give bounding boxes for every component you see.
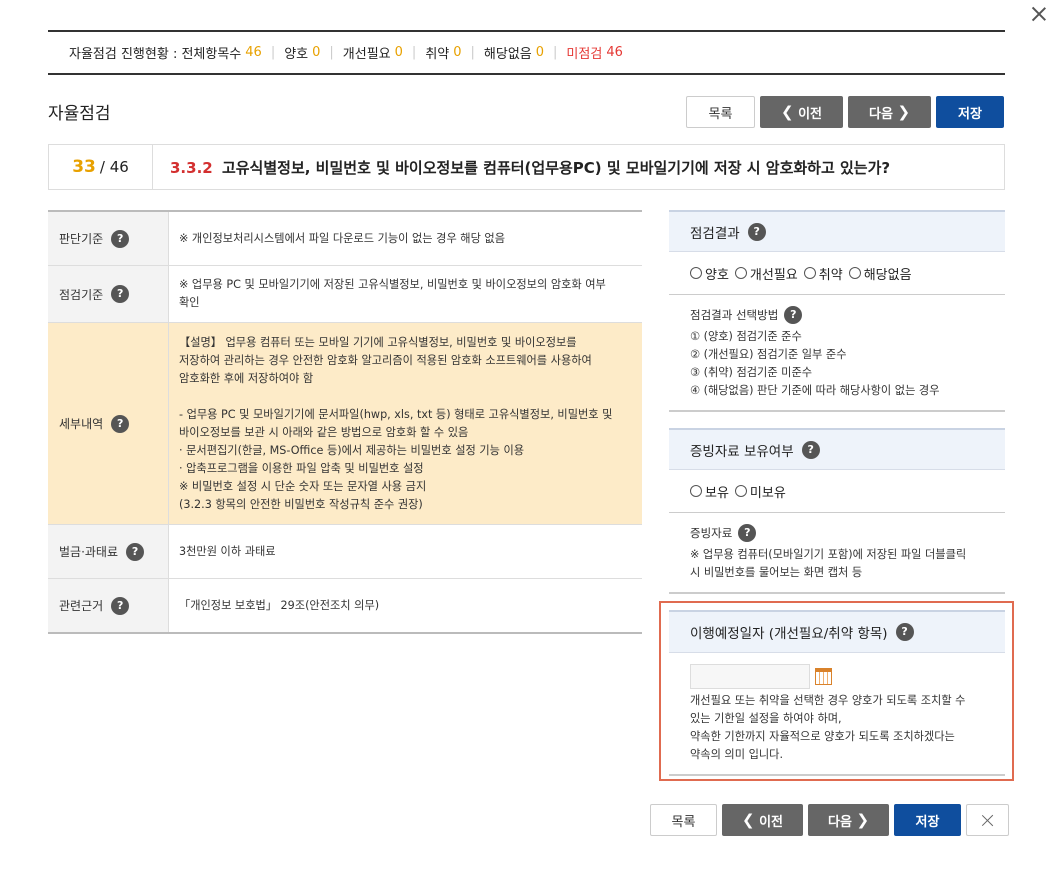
question-box: 33 / 46 3.3.2 고유식별정보, 비밀번호 및 바이오정보를 컴퓨터(…	[48, 144, 1005, 190]
criteria-header: 점검기준 ?	[48, 266, 169, 322]
evidence-info: 증빙자료 ? ※ 업무용 컴퓨터(모바일기기 포함)에 저장된 파일 더블클릭 …	[669, 513, 1005, 594]
result-method-info: 점검결과 선택방법 ? ① (양호) 점검기준 준수 ② (개선필요) 점검기준…	[669, 295, 1005, 412]
bottom-button-row: 목록 ❮ 이전 다음 ❯ 저장	[650, 804, 1009, 836]
status-unchecked-value: 46	[606, 45, 623, 60]
help-icon[interactable]: ?	[784, 306, 803, 324]
criteria-header: 세부내역 ?	[48, 323, 169, 524]
criteria-content: 【설명】 업무용 컴퓨터 또는 모바일 기기에 고유식별정보, 비밀번호 및 바…	[169, 323, 642, 524]
schedule-panel: 이행예정일자 (개선필요/취약 항목) ? 개선필요 또는 취약을 선택한 경우…	[669, 610, 1005, 776]
criteria-row-law: 관련근거 ? 「개인정보 보호법」 29조(안전조치 의무)	[48, 579, 642, 632]
help-icon[interactable]: ?	[747, 222, 766, 241]
status-label: 자율점검 진행현황 : 전체항목수	[69, 47, 242, 62]
radio-result-good[interactable]: 양호	[690, 264, 729, 283]
radio-evidence-yes[interactable]: 보유	[690, 482, 729, 501]
criteria-content: 「개인정보 보호법」 29조(안전조치 의무)	[179, 598, 380, 612]
prev-button[interactable]: ❮ 이전	[760, 96, 843, 128]
evidence-panel: 증빙자료 보유여부 ? 보유 미보유 증빙자료 ? ※ 업무용 컴퓨터(모바일기…	[669, 428, 1005, 594]
chevron-left-icon: ❮	[780, 103, 794, 121]
criteria-row-penalty: 벌금·과태료 ? 3천만원 이하 과태료	[48, 525, 642, 579]
status-na-label: 해당없음	[483, 47, 532, 62]
criteria-row-detail: 세부내역 ? 【설명】 업무용 컴퓨터 또는 모바일 기기에 고유식별정보, 비…	[48, 323, 642, 525]
help-icon[interactable]: ?	[111, 596, 130, 615]
top-button-row: 목록 ❮ 이전 다음 ❯ 저장	[686, 96, 1004, 128]
question-counter: 33 / 46	[49, 145, 153, 189]
schedule-highlight-box: 이행예정일자 (개선필요/취약 항목) ? 개선필요 또는 취약을 선택한 경우…	[659, 601, 1014, 781]
close-button[interactable]	[966, 804, 1009, 836]
radio-circle[interactable]	[848, 267, 861, 279]
schedule-date-input[interactable]	[690, 664, 810, 689]
radio-result-improve[interactable]: 개선필요	[734, 264, 798, 283]
status-na-value: 0	[535, 45, 545, 60]
radio-circle[interactable]	[803, 267, 816, 279]
help-icon[interactable]: ?	[801, 440, 820, 459]
status-unchecked-label: 미점검	[566, 47, 603, 62]
evidence-title: 증빙자료 보유여부	[690, 443, 794, 460]
radio-result-weak[interactable]: 취약	[803, 264, 843, 283]
prev-label: 이전	[798, 106, 823, 122]
save-button[interactable]: 저장	[936, 96, 1004, 128]
status-good-value: 0	[312, 45, 321, 60]
prev-button[interactable]: ❮ 이전	[722, 804, 803, 836]
status-total: 46	[245, 45, 262, 60]
page-title: 자율점검	[48, 104, 111, 124]
save-button[interactable]: 저장	[894, 804, 961, 836]
question-code: 3.3.2	[170, 158, 213, 177]
help-icon[interactable]: ?	[895, 623, 914, 641]
criteria-row-judgment: 판단기준 ? ※ 개인정보처리시스템에서 파일 다운로드 기능이 없는 경우 해…	[48, 212, 642, 266]
next-label: 다음	[868, 106, 893, 122]
status-bar: 자율점검 진행현황 : 전체항목수 46 | 양호 0 | 개선필요 0 | 취…	[48, 30, 1005, 75]
criteria-content: ※ 개인정보처리시스템에서 파일 다운로드 기능이 없는 경우 해당 없음	[179, 231, 506, 245]
criteria-header: 벌금·과태료 ?	[48, 525, 169, 578]
criteria-header: 관련근거 ?	[48, 579, 169, 632]
question-text: 3.3.2 고유식별정보, 비밀번호 및 바이오정보를 컴퓨터(업무용PC) 및…	[153, 157, 890, 178]
chevron-right-icon: ❯	[897, 103, 911, 121]
evidence-header: 증빙자료 보유여부 ?	[669, 428, 1005, 470]
list-button[interactable]: 목록	[686, 96, 755, 128]
schedule-body: 개선필요 또는 취약을 선택한 경우 양호가 되도록 조치할 수 있는 기한일 …	[669, 653, 1005, 776]
schedule-header: 이행예정일자 (개선필요/취약 항목) ?	[669, 610, 1005, 653]
result-header: 점검결과 ?	[669, 210, 1005, 252]
calendar-icon[interactable]	[815, 668, 832, 685]
help-icon[interactable]: ?	[126, 542, 145, 561]
help-icon[interactable]: ?	[111, 285, 130, 303]
next-button[interactable]: 다음 ❯	[848, 96, 931, 128]
evidence-radio-group: 보유 미보유	[669, 470, 1005, 513]
status-weak-value: 0	[453, 45, 462, 60]
evidence-info-title: 증빙자료	[690, 526, 733, 540]
status-weak-label: 취약	[425, 47, 450, 62]
status-improve-value: 0	[394, 45, 403, 60]
question-current: 33	[72, 157, 96, 177]
radio-evidence-no[interactable]: 미보유	[734, 482, 786, 501]
result-panel: 점검결과 ? 양호 개선필요 취약 해당없음 점검결과 선택방법 ? ① (양호…	[669, 210, 1005, 412]
criteria-table: 판단기준 ? ※ 개인정보처리시스템에서 파일 다운로드 기능이 없는 경우 해…	[48, 210, 642, 634]
result-radio-group: 양호 개선필요 취약 해당없음	[669, 252, 1005, 295]
help-icon[interactable]: ?	[111, 414, 130, 433]
help-icon[interactable]: ?	[111, 229, 130, 248]
help-icon[interactable]: ?	[738, 524, 757, 542]
result-method-title: 점검결과 선택방법	[690, 308, 779, 322]
criteria-header: 판단기준 ?	[48, 212, 169, 265]
list-button[interactable]: 목록	[650, 804, 717, 836]
radio-circle[interactable]	[734, 485, 747, 497]
criteria-row-check: 점검기준 ? ※ 업무용 PC 및 모바일기기에 저장된 고유식별정보, 비밀번…	[48, 266, 642, 323]
prev-label: 이전	[759, 814, 784, 830]
radio-circle[interactable]	[690, 267, 702, 279]
question-body: 고유식별정보, 비밀번호 및 바이오정보를 컴퓨터(업무용PC) 및 모바일기기…	[221, 158, 891, 177]
schedule-title: 이행예정일자 (개선필요/취약 항목)	[690, 626, 888, 642]
next-label: 다음	[827, 814, 852, 830]
criteria-content: ※ 업무용 PC 및 모바일기기에 저장된 고유식별정보, 비밀번호 및 바이오…	[179, 278, 606, 309]
radio-circle[interactable]	[734, 267, 747, 279]
radio-circle[interactable]	[690, 485, 702, 497]
status-good-label: 양호	[284, 47, 309, 62]
criteria-content: 3천만원 이하 과태료	[179, 544, 276, 558]
status-improve-label: 개선필요	[342, 47, 391, 62]
window-close-icon[interactable]	[1028, 3, 1050, 25]
question-total: / 46	[99, 158, 129, 176]
chevron-left-icon: ❮	[741, 811, 755, 829]
chevron-right-icon: ❯	[856, 811, 870, 829]
next-button[interactable]: 다음 ❯	[808, 804, 889, 836]
radio-result-na[interactable]: 해당없음	[848, 264, 912, 283]
result-title: 점검결과	[690, 225, 740, 242]
